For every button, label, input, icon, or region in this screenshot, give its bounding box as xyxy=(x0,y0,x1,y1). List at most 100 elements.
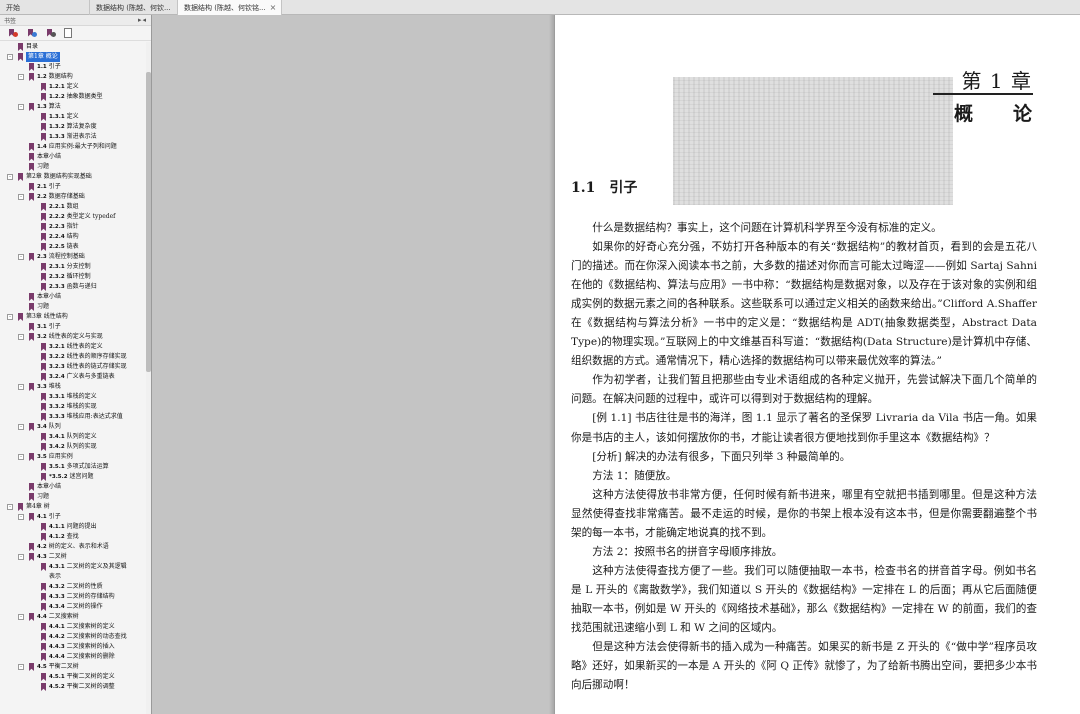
bookmark-item[interactable]: 1.2.1 定义 xyxy=(0,82,146,92)
bookmark-item[interactable]: 1.1 引子 xyxy=(0,62,146,72)
bookmark-item[interactable]: - 4.3 二叉树 xyxy=(0,552,146,562)
bookmark-number: 4.1.2 xyxy=(49,534,65,540)
bookmark-label: 4.3.2 二叉树的性质 xyxy=(49,582,103,592)
bookmark-item[interactable]: 4.3.4 二叉树的操作 xyxy=(0,602,146,612)
bookmark-item[interactable]: 2.3.3 函数与递归 xyxy=(0,282,146,292)
bookmark-item[interactable]: 4.1.2 查找 xyxy=(0,532,146,542)
bookmark-item[interactable]: 目录 xyxy=(0,42,146,52)
bookmark-item[interactable]: - 第4章 树 xyxy=(0,502,146,512)
tree-collapse-icon[interactable]: - xyxy=(18,74,24,80)
bookmark-item[interactable]: - 3.2 线性表的定义与实现 xyxy=(0,332,146,342)
bookmark-item[interactable]: 2.2.5 链表 xyxy=(0,242,146,252)
tree-collapse-icon[interactable]: - xyxy=(7,54,13,60)
bookmark-item[interactable]: 习题 xyxy=(0,302,146,312)
bookmark-item[interactable]: 1.3.1 定义 xyxy=(0,112,146,122)
tab-document-1[interactable]: 数据结构 (陈越、何钦... xyxy=(90,0,178,15)
bookmark-item[interactable]: 3.2.3 线性表的链式存储实现 xyxy=(0,362,146,372)
bookmark-item[interactable]: 1.4 应用实例:最大子列和问题 xyxy=(0,142,146,152)
bookmark-item[interactable]: - 2.2 数据存储基础 xyxy=(0,192,146,202)
bookmark-item[interactable]: - 3.3 堆栈 xyxy=(0,382,146,392)
bookmark-item[interactable]: 4.3.2 二叉树的性质 xyxy=(0,582,146,592)
bookmark-item[interactable]: 3.4.1 队列的定义 xyxy=(0,432,146,442)
bookmark-item[interactable]: *3.5.2 迷宫问题 xyxy=(0,472,146,482)
bookmark-item[interactable]: 1.3.3 渐进表示法 xyxy=(0,132,146,142)
bookmark-item[interactable]: - 4.1 引子 xyxy=(0,512,146,522)
tree-collapse-icon[interactable]: - xyxy=(18,554,24,560)
bookmark-number: 1.2.1 xyxy=(49,84,65,90)
bookmark-item[interactable]: 3.1 引子 xyxy=(0,322,146,332)
bookmarks-scrollbar[interactable] xyxy=(146,42,151,714)
bookmark-item[interactable]: 3.2.1 线性表的定义 xyxy=(0,342,146,352)
bookmark-item[interactable]: 1.2.2 抽象数据类型 xyxy=(0,92,146,102)
bookmark-label: 第4章 树 xyxy=(26,502,50,512)
bookmark-item[interactable]: 2.3.2 循环控制 xyxy=(0,272,146,282)
bookmark-item[interactable]: - 第1章 概论 xyxy=(0,52,146,62)
bookmark-item[interactable]: 4.4.2 二叉搜索树的动态查找 xyxy=(0,632,146,642)
bookmark-item[interactable]: 2.3.1 分支控制 xyxy=(0,262,146,272)
tree-collapse-icon[interactable]: - xyxy=(18,104,24,110)
tree-collapse-icon[interactable]: - xyxy=(18,614,24,620)
bookmark-item[interactable]: 3.2.4 广义表与多重链表 xyxy=(0,372,146,382)
bookmark-item[interactable]: 3.3.1 堆栈的定义 xyxy=(0,392,146,402)
panel-collapse-controls-icon[interactable]: ▸◂ xyxy=(138,16,147,24)
bookmark-item[interactable]: - 1.2 数据结构 xyxy=(0,72,146,82)
bookmark-item[interactable]: 3.3.3 堆栈应用:表达式求值 xyxy=(0,412,146,422)
bookmark-number: 4.3.1 xyxy=(49,564,65,570)
bookmark-item[interactable]: 3.5.1 多项式加法运算 xyxy=(0,462,146,472)
bookmark-item[interactable]: 4.5.2 平衡二叉树的调整 xyxy=(0,682,146,692)
tree-collapse-icon[interactable]: - xyxy=(18,254,24,260)
tree-collapse-icon[interactable]: - xyxy=(7,314,13,320)
bookmark-item[interactable]: 2.2.1 数组 xyxy=(0,202,146,212)
tree-collapse-icon[interactable]: - xyxy=(18,384,24,390)
bookmark-expand-icon[interactable] xyxy=(7,28,20,39)
bookmark-item[interactable]: - 2.3 流程控制基础 xyxy=(0,252,146,262)
bookmark-item[interactable]: 4.4.3 二叉搜索树的插入 xyxy=(0,642,146,652)
bookmark-item[interactable]: 3.4.2 队列的实现 xyxy=(0,442,146,452)
bookmark-item[interactable]: 本章小结 xyxy=(0,482,146,492)
tree-collapse-icon[interactable]: - xyxy=(18,424,24,430)
bookmark-item[interactable]: 4.3.1 二叉树的定义及其逻辑 xyxy=(0,562,146,572)
bookmark-item[interactable]: 1.3.2 算法复杂度 xyxy=(0,122,146,132)
bookmark-item[interactable]: 表示 xyxy=(0,572,146,582)
bookmark-item[interactable]: 习题 xyxy=(0,492,146,502)
bookmark-item[interactable]: 2.2.2 类型定义 typedef xyxy=(0,212,146,222)
bookmark-item[interactable]: 2.1 引子 xyxy=(0,182,146,192)
tree-collapse-icon[interactable]: - xyxy=(18,454,24,460)
bookmark-item[interactable]: - 3.5 应用实例 xyxy=(0,452,146,462)
bookmark-item[interactable]: 4.5.1 平衡二叉树的定义 xyxy=(0,672,146,682)
tree-collapse-icon[interactable]: - xyxy=(18,334,24,340)
bookmark-item[interactable]: 本章小结 xyxy=(0,292,146,302)
bookmark-item[interactable]: 2.2.4 结构 xyxy=(0,232,146,242)
bookmark-item[interactable]: 4.4.4 二叉搜索树的删除 xyxy=(0,652,146,662)
bookmark-item[interactable]: - 第2章 数据结构实现基础 xyxy=(0,172,146,182)
bookmark-item[interactable]: 4.3.3 二叉树的存储结构 xyxy=(0,592,146,602)
bookmark-label: 2.2.3 指针 xyxy=(49,222,79,232)
bookmark-item[interactable]: 3.2.2 线性表的顺序存储实现 xyxy=(0,352,146,362)
bookmark-item[interactable]: 本章小结 xyxy=(0,152,146,162)
bookmark-delete-icon[interactable] xyxy=(45,28,58,39)
bookmark-item[interactable]: 2.2.3 指针 xyxy=(0,222,146,232)
scrollbar-thumb[interactable] xyxy=(146,72,151,372)
bookmark-add-icon[interactable] xyxy=(26,28,39,39)
tree-collapse-icon[interactable]: - xyxy=(18,514,24,520)
bookmark-item[interactable]: - 第3章 线性结构 xyxy=(0,312,146,322)
bookmark-item[interactable]: 3.3.2 堆栈的实现 xyxy=(0,402,146,412)
bookmark-text: 二叉搜索树的插入 xyxy=(66,643,115,650)
bookmark-item[interactable]: 4.2 树的定义、表示和术语 xyxy=(0,542,146,552)
tree-collapse-icon[interactable]: - xyxy=(7,504,13,510)
tab-start[interactable]: 开始 xyxy=(0,0,90,15)
bookmark-item[interactable]: - 1.3 算法 xyxy=(0,102,146,112)
bookmark-item[interactable]: - 4.4 二叉搜索树 xyxy=(0,612,146,622)
bookmark-item[interactable]: 4.4.1 二叉搜索树的定义 xyxy=(0,622,146,632)
bookmark-item[interactable]: 习题 xyxy=(0,162,146,172)
pdf-reader-window: 开始 数据结构 (陈越、何钦... 数据结构 (陈越、何钦铭... × 书签 ▸… xyxy=(0,0,1080,714)
bookmark-item[interactable]: - 4.5 平衡二叉树 xyxy=(0,662,146,672)
tree-collapse-icon[interactable]: - xyxy=(18,664,24,670)
bookmark-item[interactable]: - 3.4 队列 xyxy=(0,422,146,432)
tab-document-2-active[interactable]: 数据结构 (陈越、何钦铭... × xyxy=(178,0,282,15)
close-tab-icon[interactable]: × xyxy=(270,3,277,12)
bookmark-item[interactable]: 4.1.1 问题的提出 xyxy=(0,522,146,532)
bookmark-properties-icon[interactable] xyxy=(64,28,72,38)
tree-collapse-icon[interactable]: - xyxy=(7,174,13,180)
tree-collapse-icon[interactable]: - xyxy=(18,194,24,200)
